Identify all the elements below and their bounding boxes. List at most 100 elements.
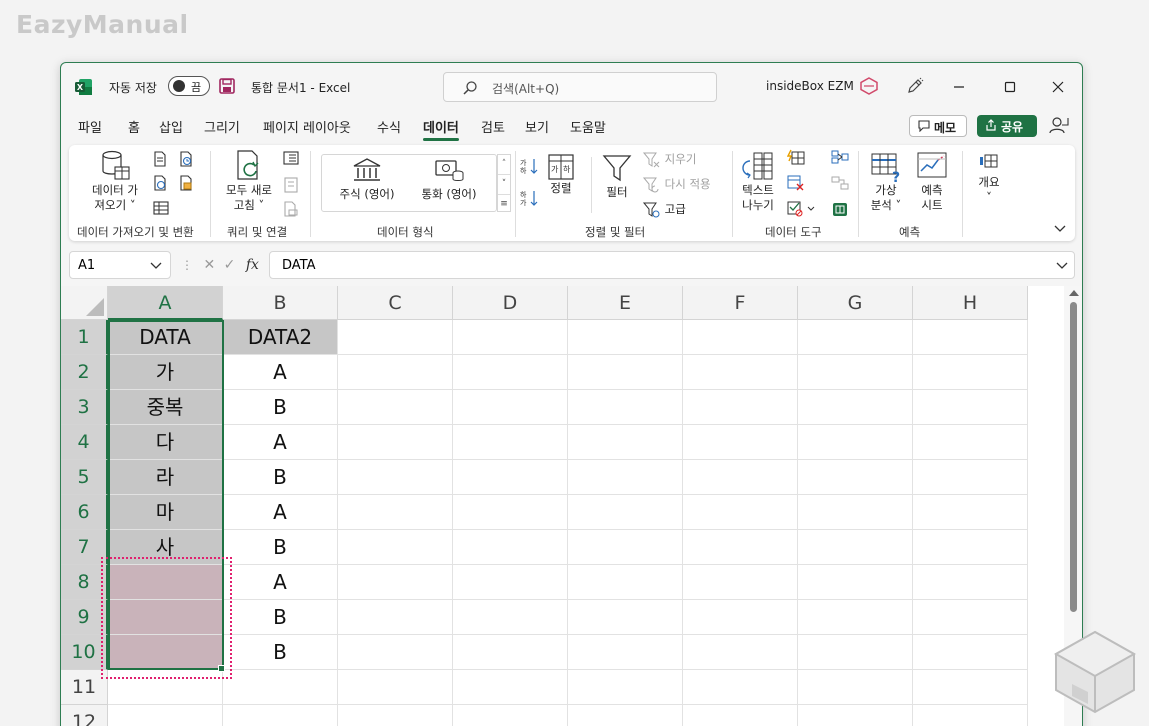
- cell-d12[interactable]: [453, 705, 568, 726]
- cell-h7[interactable]: [913, 530, 1028, 565]
- cell-d4[interactable]: [453, 425, 568, 460]
- cell-b8[interactable]: A: [223, 565, 338, 600]
- gallery-scroll[interactable]: ˄ ˅ ≡: [497, 154, 511, 212]
- cell-b1[interactable]: DATA2: [223, 320, 338, 355]
- cell-c10[interactable]: [338, 635, 453, 670]
- cell-c1[interactable]: [338, 320, 453, 355]
- cell-f4[interactable]: [683, 425, 798, 460]
- row-header-1[interactable]: 1: [61, 320, 108, 355]
- tab-file[interactable]: 파일: [78, 117, 102, 136]
- tab-formulas[interactable]: 수식: [377, 117, 401, 136]
- cell-e5[interactable]: [568, 460, 683, 495]
- row-header-5[interactable]: 5: [61, 460, 108, 495]
- cell-a6[interactable]: 마: [108, 495, 223, 530]
- cell-c4[interactable]: [338, 425, 453, 460]
- cell-a4[interactable]: 다: [108, 425, 223, 460]
- maximize-icon[interactable]: [998, 75, 1022, 99]
- outline-button[interactable]: 개요 ˅: [969, 153, 1009, 205]
- cell-g10[interactable]: [798, 635, 913, 670]
- cell-h9[interactable]: [913, 600, 1028, 635]
- existing-connections-icon[interactable]: [179, 175, 193, 191]
- cell-f1[interactable]: [683, 320, 798, 355]
- get-data-button[interactable]: 데이터 가 져오기 ˅: [85, 149, 145, 213]
- refresh-all-button[interactable]: 모두 새로 고침 ˅: [217, 149, 281, 213]
- consolidate-icon[interactable]: [831, 149, 849, 165]
- column-header-c[interactable]: C: [338, 286, 453, 320]
- cell-a8[interactable]: [108, 565, 223, 600]
- cell-c11[interactable]: [338, 670, 453, 705]
- cell-g11[interactable]: [798, 670, 913, 705]
- cell-e2[interactable]: [568, 355, 683, 390]
- row-header-4[interactable]: 4: [61, 425, 108, 460]
- minimize-icon[interactable]: [947, 75, 971, 99]
- remove-duplicates-icon[interactable]: [787, 175, 805, 191]
- cell-g4[interactable]: [798, 425, 913, 460]
- formula-input[interactable]: DATA: [269, 251, 1075, 279]
- forecast-sheet-button[interactable]: 예측 시트: [911, 151, 953, 213]
- cell-b12[interactable]: [223, 705, 338, 726]
- cell-h2[interactable]: [913, 355, 1028, 390]
- cell-b6[interactable]: A: [223, 495, 338, 530]
- row-header-8[interactable]: 8: [61, 565, 108, 600]
- cell-d3[interactable]: [453, 390, 568, 425]
- cell-e1[interactable]: [568, 320, 683, 355]
- row-header-7[interactable]: 7: [61, 530, 108, 565]
- row-header-6[interactable]: 6: [61, 495, 108, 530]
- cell-d6[interactable]: [453, 495, 568, 530]
- column-header-e[interactable]: E: [568, 286, 683, 320]
- account-name[interactable]: insideBox EZM: [766, 79, 854, 93]
- cell-f10[interactable]: [683, 635, 798, 670]
- tab-data[interactable]: 데이터: [423, 117, 459, 141]
- cell-e4[interactable]: [568, 425, 683, 460]
- cell-b2[interactable]: A: [223, 355, 338, 390]
- column-header-h[interactable]: H: [913, 286, 1028, 320]
- enter-icon[interactable]: ✓: [224, 257, 236, 273]
- people-icon[interactable]: [1049, 116, 1069, 134]
- select-all-corner[interactable]: [61, 286, 108, 320]
- expand-formula-icon[interactable]: [1056, 261, 1068, 271]
- scroll-thumb[interactable]: [1070, 302, 1077, 612]
- cell-a12[interactable]: [108, 705, 223, 726]
- cell-c7[interactable]: [338, 530, 453, 565]
- data-validation-icon[interactable]: [787, 201, 817, 217]
- cell-d8[interactable]: [453, 565, 568, 600]
- autosave-toggle[interactable]: 끔: [168, 76, 210, 96]
- recent-sources-icon[interactable]: [179, 151, 193, 167]
- currency-button[interactable]: 통화 (영어): [409, 157, 489, 202]
- cell-b5[interactable]: B: [223, 460, 338, 495]
- tab-page-layout[interactable]: 페이지 레이아웃: [263, 117, 351, 136]
- column-header-a[interactable]: A: [108, 286, 223, 320]
- cell-g6[interactable]: [798, 495, 913, 530]
- cell-g2[interactable]: [798, 355, 913, 390]
- cell-d5[interactable]: [453, 460, 568, 495]
- cell-c9[interactable]: [338, 600, 453, 635]
- cell-b11[interactable]: [223, 670, 338, 705]
- cell-h8[interactable]: [913, 565, 1028, 600]
- cell-g9[interactable]: [798, 600, 913, 635]
- advanced-button[interactable]: 고급: [642, 201, 686, 218]
- collapse-ribbon-icon[interactable]: [1053, 223, 1067, 235]
- relationships-icon[interactable]: [831, 175, 849, 191]
- cell-c5[interactable]: [338, 460, 453, 495]
- cell-e6[interactable]: [568, 495, 683, 530]
- from-web-icon[interactable]: [153, 175, 167, 191]
- cell-d1[interactable]: [453, 320, 568, 355]
- from-table-icon[interactable]: [153, 201, 169, 215]
- text-to-columns-button[interactable]: 텍스트 나누기: [737, 151, 779, 213]
- stock-button[interactable]: 주식 (영어): [329, 157, 405, 202]
- cell-e10[interactable]: [568, 635, 683, 670]
- what-if-button[interactable]: ? 가상 분석 ˅: [865, 151, 907, 213]
- cell-h1[interactable]: [913, 320, 1028, 355]
- tab-draw[interactable]: 그리기: [204, 117, 240, 136]
- tab-insert[interactable]: 삽입: [159, 117, 183, 136]
- cell-b3[interactable]: B: [223, 390, 338, 425]
- cell-a5[interactable]: 라: [108, 460, 223, 495]
- cell-e9[interactable]: [568, 600, 683, 635]
- cell-d11[interactable]: [453, 670, 568, 705]
- cancel-icon[interactable]: ✕: [203, 257, 215, 273]
- row-header-2[interactable]: 2: [61, 355, 108, 390]
- edit-links-icon[interactable]: [283, 201, 299, 217]
- cell-g8[interactable]: [798, 565, 913, 600]
- cell-f2[interactable]: [683, 355, 798, 390]
- column-header-g[interactable]: G: [798, 286, 913, 320]
